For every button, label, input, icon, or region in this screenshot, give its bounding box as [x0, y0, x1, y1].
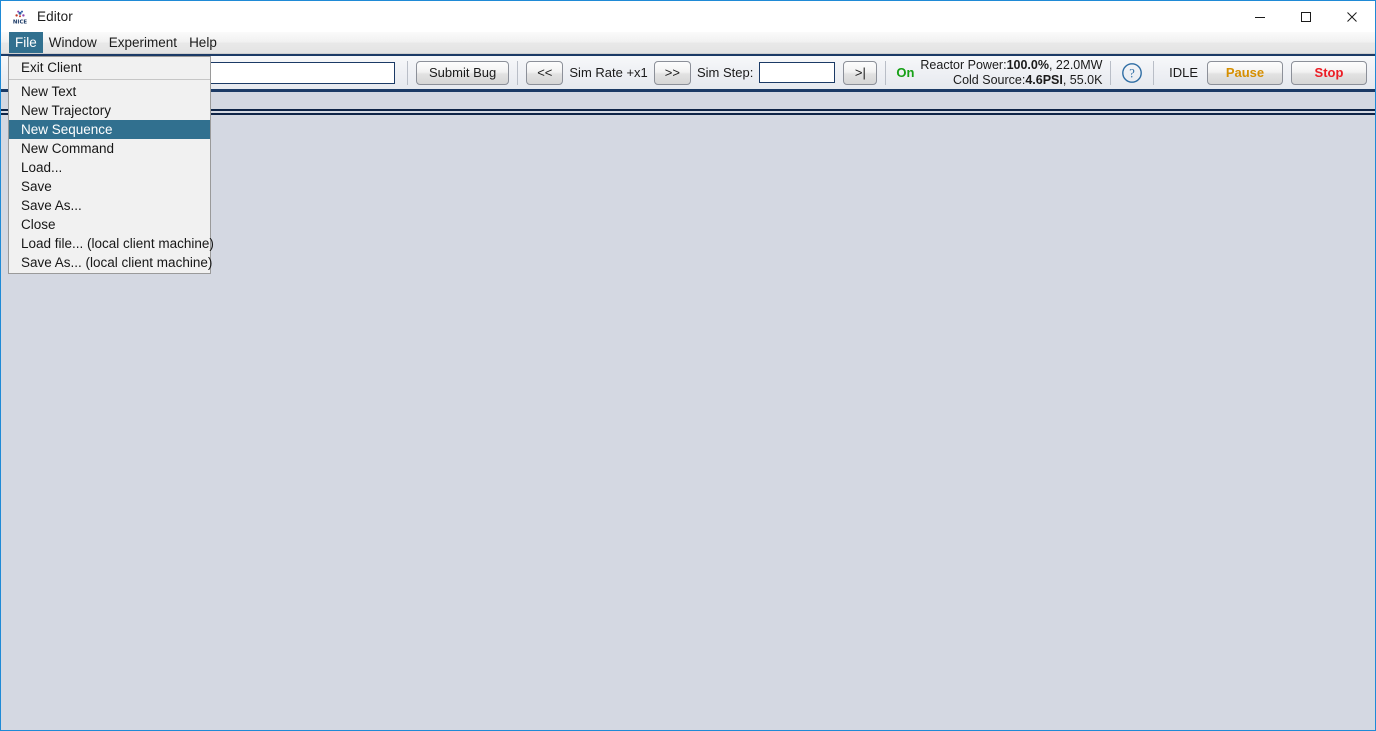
cold-source-label: Cold Source:	[953, 72, 1026, 87]
reactor-readout: Reactor Power:100.0%, 22.0MW Cold Source…	[920, 58, 1102, 88]
menu-bar-item-window[interactable]: Window	[43, 32, 103, 53]
menu-item-new-trajectory[interactable]: New Trajectory	[9, 101, 210, 120]
sim-rate-decrease-button[interactable]: <<	[526, 60, 564, 85]
reactor-power-line: Reactor Power:100.0%, 22.0MW	[920, 58, 1102, 73]
close-icon[interactable]	[1329, 1, 1375, 32]
menu-item-save-as[interactable]: Save As...	[9, 196, 210, 215]
toolbar-divider	[1110, 60, 1112, 85]
sim-step-input[interactable]	[759, 62, 836, 83]
run-status-label: IDLE	[1169, 65, 1198, 80]
menu-item-exit-client[interactable]: Exit Client	[9, 58, 210, 77]
nice-logo-icon: NICE	[12, 9, 28, 25]
sim-step-go-button[interactable]: >|	[843, 60, 878, 85]
window-title: Editor	[37, 9, 73, 24]
menu-item-new-text[interactable]: New Text	[9, 82, 210, 101]
reactor-state-label: On	[896, 65, 915, 80]
reactor-power-extra: , 22.0MW	[1048, 57, 1103, 72]
minimize-icon[interactable]	[1237, 1, 1283, 32]
editor-window: NICE Editor File Window Experiment Help …	[0, 0, 1376, 731]
svg-text:NICE: NICE	[13, 19, 27, 24]
title-bar: NICE Editor	[1, 1, 1375, 32]
cold-source-extra: , 55.0K	[1062, 72, 1103, 87]
menu-item-new-command[interactable]: New Command	[9, 139, 210, 158]
menu-bar: File Window Experiment Help	[1, 32, 1375, 54]
sim-rate-label: Sim Rate +x1	[569, 65, 648, 80]
menu-bar-item-experiment[interactable]: Experiment	[103, 32, 183, 53]
menu-item-new-sequence[interactable]: New Sequence	[9, 120, 210, 139]
window-controls	[1237, 1, 1375, 32]
reactor-power-label: Reactor Power:	[920, 57, 1007, 72]
sim-rate-increase-button[interactable]: >>	[653, 60, 691, 85]
toolbar-divider	[1153, 60, 1155, 85]
toolbar-divider	[407, 60, 408, 85]
menu-item-save-as-local[interactable]: Save As... (local client machine)	[9, 253, 212, 272]
menu-bar-item-help[interactable]: Help	[183, 32, 223, 53]
file-menu-dropdown: Exit Client New Text New Trajectory New …	[8, 56, 214, 274]
reactor-power-value: 100.0%	[1006, 57, 1049, 72]
menu-divider	[9, 79, 210, 80]
help-circle-icon[interactable]: ?	[1121, 62, 1143, 84]
stop-button[interactable]: Stop	[1291, 60, 1367, 85]
pause-button[interactable]: Pause	[1207, 60, 1283, 85]
cold-source-line: Cold Source:4.6PSI, 55.0K	[920, 73, 1102, 88]
menu-item-load-file-local[interactable]: Load file... (local client machine)	[9, 234, 214, 253]
menu-item-close[interactable]: Close	[9, 215, 210, 234]
sim-step-label: Sim Step:	[696, 65, 754, 80]
menu-bar-item-file[interactable]: File	[9, 32, 43, 53]
toolbar-divider	[517, 60, 519, 85]
cold-source-value: 4.6PSI	[1025, 72, 1063, 87]
svg-text:?: ?	[1130, 66, 1136, 80]
menu-item-load[interactable]: Load...	[9, 158, 210, 177]
maximize-icon[interactable]	[1283, 1, 1329, 32]
menu-item-save[interactable]: Save	[9, 177, 210, 196]
toolbar-divider	[885, 60, 887, 85]
submit-bug-button[interactable]: Submit Bug	[416, 60, 510, 85]
